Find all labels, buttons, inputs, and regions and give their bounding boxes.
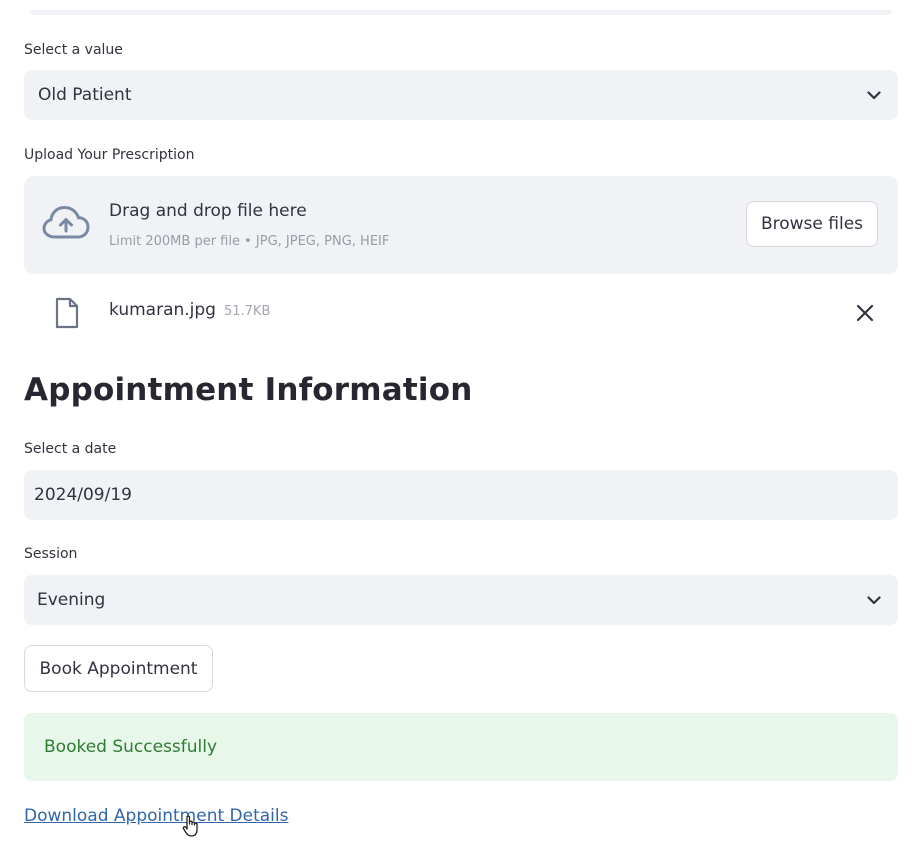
date-input[interactable]: 2024/09/19: [24, 470, 898, 520]
appointment-heading: Appointment Information: [24, 372, 473, 408]
chevron-down-icon: [864, 85, 884, 105]
file-icon: [54, 297, 80, 333]
patient-type-value: Old Patient: [38, 85, 132, 105]
browse-files-button[interactable]: Browse files: [746, 201, 878, 247]
dropzone-limit: Limit 200MB per file • JPG, JPEG, PNG, H…: [109, 234, 390, 249]
download-appointment-link[interactable]: Download Appointment Details: [24, 806, 288, 826]
chevron-down-icon: [864, 590, 884, 610]
uploaded-file: kumaran.jpg 51.7KB: [109, 300, 270, 320]
date-value: 2024/09/19: [34, 485, 132, 505]
prescription-label: Upload Your Prescription: [24, 147, 195, 163]
book-appointment-button[interactable]: Book Appointment: [24, 645, 213, 692]
cloud-upload-icon: [42, 205, 90, 245]
patient-type-select[interactable]: Old Patient: [24, 70, 898, 120]
uploaded-file-size: 51.7KB: [223, 304, 271, 319]
date-label: Select a date: [24, 441, 117, 457]
success-alert: Booked Successfully: [24, 713, 898, 781]
session-value: Evening: [37, 590, 106, 610]
top-divider: [30, 10, 892, 15]
session-select[interactable]: Evening: [24, 575, 898, 625]
close-icon[interactable]: [856, 304, 874, 326]
session-label: Session: [24, 546, 78, 562]
patient-type-label: Select a value: [24, 42, 123, 58]
uploaded-file-name: kumaran.jpg: [109, 300, 216, 320]
success-message: Booked Successfully: [44, 737, 218, 757]
hand-cursor-icon: [182, 814, 200, 842]
dropzone-title: Drag and drop file here: [109, 201, 307, 221]
